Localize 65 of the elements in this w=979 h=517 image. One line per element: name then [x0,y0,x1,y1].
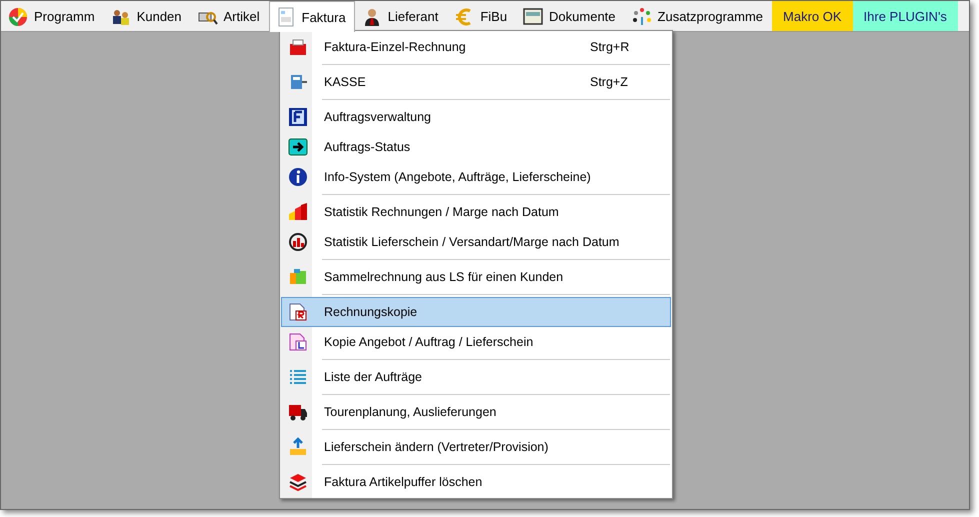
menu-label: Dokumente [549,9,616,24]
menu-label: FiBu [480,9,508,24]
toolbar-button[interactable]: Ihre PLUGIN's [852,1,958,31]
menu-item[interactable]: Faktura-Einzel-Rechnung Strg+R [281,32,671,62]
menu-bar-item[interactable]: Zusatzprogramme [624,1,772,31]
menu-item-label: Tourenplanung, Auslieferungen [323,405,498,419]
menu-item-label: Info-System (Angebote, Aufträge, Lieferscheine) [323,170,592,184]
menu-item-label: Faktura Artikelpuffer löschen [323,475,484,489]
dots-icon [632,6,652,26]
menu-item-label: Liste der Aufträge [323,370,423,384]
menu-bar-item[interactable]: Faktura [268,1,355,32]
truck-icon [288,402,308,422]
menu-item-label: Statistik Lieferschein / Versandart/Marge nach Datum [323,235,620,249]
menu-item-label: Auftragsverwaltung [323,110,432,124]
menu-item[interactable]: KASSE Strg+Z [281,67,671,97]
document-icon [276,7,296,27]
menu-label: Programm [34,9,95,24]
menu-item[interactable]: Auftrags-Status [281,132,671,162]
menu-item-label: Lieferschein ändern (Vertreter/Provision) [323,440,550,454]
menu-item[interactable]: Statistik Rechnungen / Marge nach Datum [281,197,671,227]
menu-item[interactable]: Lieferschein ändern (Vertreter/Provision) [281,432,671,462]
menu-item-label: Auftrags-Status [323,140,412,154]
copy-r-icon [288,302,308,322]
menu-label: Artikel [224,9,260,24]
tray-icon [523,6,544,26]
menu-item[interactable]: Tourenplanung, Auslieferungen [281,397,671,427]
menu-item[interactable]: Info-System (Angebote, Aufträge, Lieferscheine) [281,162,671,192]
copy-l-icon [288,332,308,352]
chart-icon [288,232,308,252]
register-icon [288,72,308,92]
list-icon [288,367,308,387]
folder-icon [288,37,308,57]
color-wheel-icon [8,6,28,26]
toolbar-button[interactable]: Makro OK [772,1,853,31]
menu-label: Lieferant [388,9,438,24]
menu-item-label: Rechnungskopie [323,305,418,319]
menu-label: Kunden [136,9,182,24]
upload-tray-icon [288,437,308,457]
menu-item[interactable]: Auftragsverwaltung [281,102,671,132]
menu-item[interactable]: Faktura Artikelpuffer löschen [281,467,671,497]
menu-item[interactable]: Statistik Lieferschein / Versandart/Marge nach Datum [281,227,671,257]
menu-item-label: Statistik Rechnungen / Marge nach Datum [323,205,560,219]
menu-bar-item[interactable]: Kunden [104,1,191,31]
menu-item[interactable]: Kopie Angebot / Auftrag / Lieferschein [281,327,671,357]
letter-icon [288,107,308,127]
menu-item[interactable]: Rechnungskopie [281,297,671,327]
menu-item[interactable]: Sammelrechnung aus LS für einen Kunden [281,262,671,292]
menu-bar-item[interactable]: Dokumente [516,1,625,31]
menu-item-label: KASSE [323,75,367,89]
folders-icon [288,267,308,287]
info-icon [288,167,308,187]
menu-item-label: Kopie Angebot / Auftrag / Lieferschein [323,335,534,349]
menu-bar-item[interactable]: Artikel [190,1,269,31]
layers-icon [288,472,308,492]
menu-item-label: Faktura-Einzel-Rechnung [323,40,467,54]
shortcut-label: Strg+R [590,40,630,54]
menu-bar-item[interactable]: Programm [1,1,104,31]
menu-bar-item[interactable]: Lieferant [354,1,448,31]
bar-chart-icon [288,202,308,222]
menu-label: Faktura [302,10,346,24]
menu-item[interactable]: Liste der Aufträge [281,362,671,392]
menu-label: Zusatzprogramme [658,9,764,24]
shortcut-label: Strg+Z [590,75,629,89]
menu-item-label: Sammelrechnung aus LS für einen Kunden [323,270,564,284]
menu-bar-item[interactable]: FiBu [447,1,516,31]
